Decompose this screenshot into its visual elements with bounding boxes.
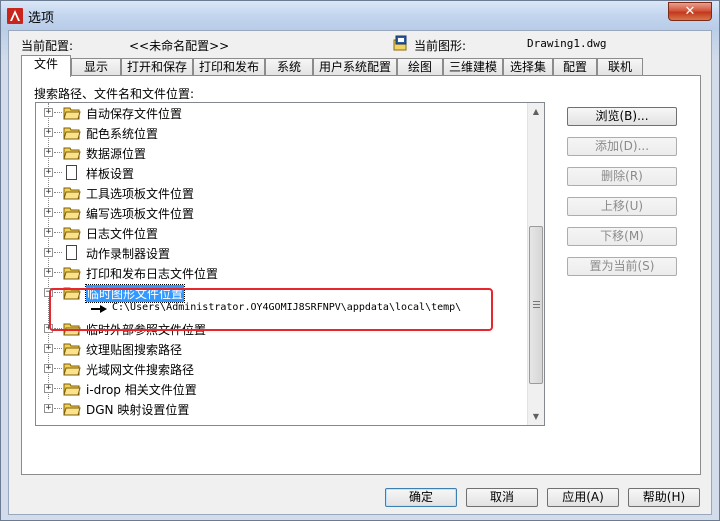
- apply-button[interactable]: 应用(A): [547, 488, 619, 507]
- tree-item-idrop-location[interactable]: + i-drop 相关文件位置: [36, 379, 531, 399]
- tab-open-and-save[interactable]: 打开和保存: [121, 58, 193, 76]
- expand-icon[interactable]: +: [44, 384, 53, 393]
- tab-user-preferences[interactable]: 用户系统配置: [313, 58, 397, 76]
- set-current-button[interactable]: 置为当前(S): [567, 257, 677, 276]
- tab-plot-and-publish[interactable]: 打印和发布: [193, 58, 265, 76]
- close-button[interactable]: ✕: [668, 2, 712, 21]
- current-profile-value: <<未命名配置>>: [129, 39, 230, 53]
- tab-selection[interactable]: 选择集: [503, 58, 553, 76]
- expand-icon[interactable]: +: [44, 148, 53, 157]
- current-drawing-label: 当前图形:: [414, 39, 467, 53]
- folder-icon: [63, 363, 81, 376]
- help-button[interactable]: 帮助(H): [628, 488, 700, 507]
- expand-icon[interactable]: +: [44, 208, 53, 217]
- tab-online[interactable]: 联机: [597, 58, 643, 76]
- tree-item-label: 数据源位置: [86, 147, 147, 161]
- expand-icon[interactable]: +: [44, 268, 53, 277]
- tab-display[interactable]: 显示: [71, 58, 121, 76]
- search-paths-label: 搜索路径、文件名和文件位置:: [34, 87, 195, 101]
- current-profile-label: 当前配置:: [21, 39, 74, 53]
- scrollbar-thumb[interactable]: [529, 226, 543, 384]
- remove-button[interactable]: 删除(R): [567, 167, 677, 186]
- tree-item-ies-web-paths[interactable]: + 光域网文件搜索路径: [36, 359, 531, 379]
- tree-item-label: i-drop 相关文件位置: [86, 383, 197, 397]
- scroll-up-arrow-icon[interactable]: ▲: [528, 103, 544, 120]
- browse-button[interactable]: 浏览(B)...: [567, 107, 677, 126]
- expand-icon[interactable]: +: [44, 248, 53, 257]
- cancel-button[interactable]: 取消: [466, 488, 538, 507]
- window-title: 选项: [28, 11, 55, 26]
- move-up-button[interactable]: 上移(U): [567, 197, 677, 216]
- drawing-file-icon: [393, 35, 407, 51]
- expand-icon[interactable]: +: [44, 128, 53, 137]
- tree-item-label: 日志文件位置: [86, 227, 159, 241]
- autocad-logo-icon: [7, 8, 23, 24]
- search-paths-tree[interactable]: + 自动保存文件位置 + 配色系统位置 + 数据源位置 + 样板设置 + 工具选…: [35, 102, 545, 426]
- tab-drafting[interactable]: 绘图: [397, 58, 443, 76]
- tree-item-log-file-location[interactable]: + 日志文件位置: [36, 223, 531, 243]
- current-drawing-value: Drawing1.dwg: [527, 37, 607, 50]
- tree-item-action-recorder-settings[interactable]: + 动作录制器设置: [36, 243, 531, 263]
- tab-profiles[interactable]: 配置: [553, 58, 597, 76]
- tree-item-autosave-location[interactable]: + 自动保存文件位置: [36, 103, 531, 123]
- expand-icon[interactable]: +: [44, 364, 53, 373]
- expand-icon[interactable]: +: [44, 404, 53, 413]
- tree-item-label: 自动保存文件位置: [86, 107, 183, 121]
- tree-item-label: DGN 映射设置位置: [86, 403, 190, 417]
- tab-system[interactable]: 系统: [265, 58, 313, 76]
- files-tab-page: 搜索路径、文件名和文件位置: + 自动保存文件位置 + 配色系统位置 + 数据源…: [21, 75, 701, 475]
- tree-item-plot-publish-log-location[interactable]: + 打印和发布日志文件位置: [36, 263, 531, 283]
- folder-icon: [63, 207, 81, 220]
- annotation-highlight-box: [49, 288, 493, 331]
- add-button[interactable]: 添加(D)...: [567, 137, 677, 156]
- tree-vertical-scrollbar[interactable]: ▲ ▼: [527, 103, 544, 425]
- folder-icon: [63, 127, 81, 140]
- folder-icon: [63, 107, 81, 120]
- tree-item-label: 打印和发布日志文件位置: [86, 267, 219, 281]
- tree-item-texture-map-paths[interactable]: + 纹理贴图搜索路径: [36, 339, 531, 359]
- tree-item-label: 工具选项板文件位置: [86, 187, 195, 201]
- tree-item-label: 动作录制器设置: [86, 247, 171, 261]
- tree-item-data-sources-location[interactable]: + 数据源位置: [36, 143, 531, 163]
- document-icon: [66, 245, 77, 260]
- document-icon: [66, 165, 77, 180]
- tree-item-label: 编写选项板文件位置: [86, 207, 195, 221]
- expand-icon[interactable]: +: [44, 228, 53, 237]
- tree-item-tool-palettes-location[interactable]: + 工具选项板文件位置: [36, 183, 531, 203]
- tree-item-label: 光域网文件搜索路径: [86, 363, 195, 377]
- tree-item-color-book-location[interactable]: + 配色系统位置: [36, 123, 531, 143]
- ok-button[interactable]: 确定: [385, 488, 457, 507]
- tree-item-label: 配色系统位置: [86, 127, 159, 141]
- expand-icon[interactable]: +: [44, 344, 53, 353]
- tree-item-template-settings[interactable]: + 样板设置: [36, 163, 531, 183]
- tab-3d-modeling[interactable]: 三维建模: [443, 58, 503, 76]
- folder-icon: [63, 227, 81, 240]
- folder-icon: [63, 403, 81, 416]
- expand-icon[interactable]: +: [44, 108, 53, 117]
- folder-icon: [63, 187, 81, 200]
- folder-icon: [63, 267, 81, 280]
- folder-icon: [63, 383, 81, 396]
- dialog-client-area: 当前配置: <<未命名配置>> 当前图形: Drawing1.dwg 文件 显示…: [8, 30, 712, 515]
- tree-item-authoring-palettes-location[interactable]: + 编写选项板文件位置: [36, 203, 531, 223]
- title-bar[interactable]: 选项 ✕: [1, 1, 719, 30]
- folder-icon: [63, 343, 81, 356]
- folder-icon: [63, 147, 81, 160]
- move-down-button[interactable]: 下移(M): [567, 227, 677, 246]
- tree-item-label: 纹理贴图搜索路径: [86, 343, 183, 357]
- options-dialog: 选项 ✕ 当前配置: <<未命名配置>> 当前图形: Drawing1.dwg …: [0, 0, 720, 521]
- expand-icon[interactable]: +: [44, 168, 53, 177]
- scroll-down-arrow-icon[interactable]: ▼: [528, 408, 544, 425]
- tree-item-dgn-mapping-location[interactable]: + DGN 映射设置位置: [36, 399, 531, 419]
- tab-files[interactable]: 文件: [21, 55, 71, 77]
- expand-icon[interactable]: +: [44, 188, 53, 197]
- tree-item-label: 样板设置: [86, 167, 135, 181]
